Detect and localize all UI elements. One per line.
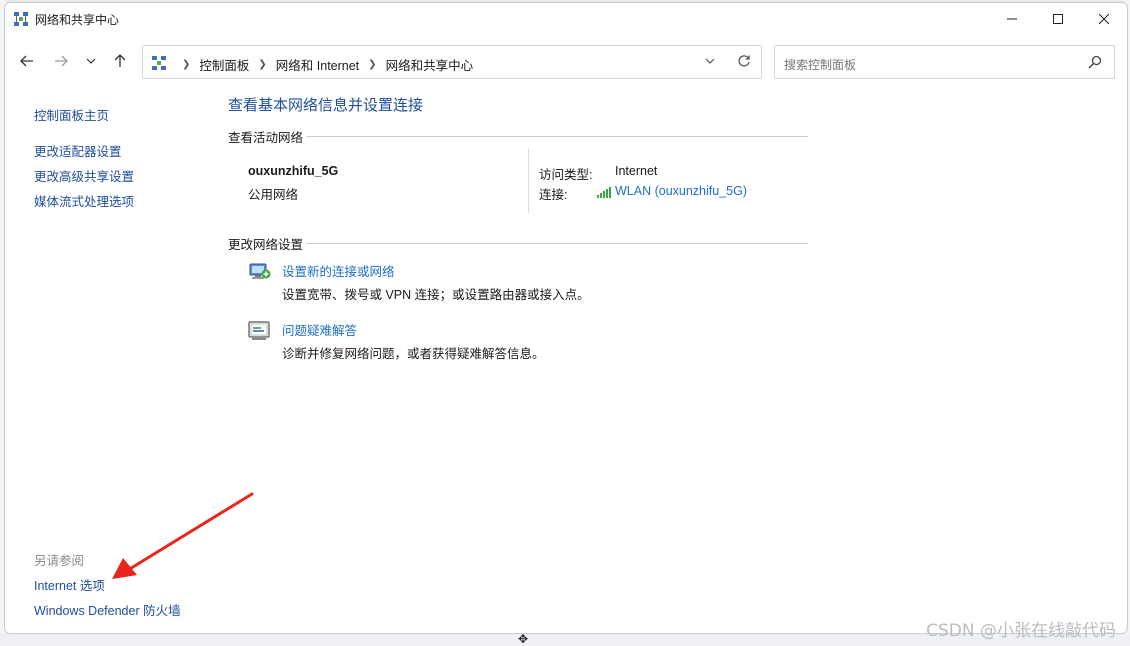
refresh-button[interactable] bbox=[737, 54, 751, 71]
breadcrumb-control-panel[interactable]: 控制面板 bbox=[199, 55, 249, 74]
up-button[interactable] bbox=[108, 49, 132, 73]
access-type-value: Internet bbox=[615, 164, 658, 178]
close-button[interactable] bbox=[1081, 3, 1127, 35]
divider bbox=[307, 243, 808, 244]
breadcrumb-separator-icon[interactable]: ❯ bbox=[258, 59, 266, 70]
breadcrumb-separator-icon[interactable]: ❯ bbox=[368, 59, 376, 70]
refresh-icon bbox=[738, 55, 750, 67]
control-panel-icon bbox=[151, 55, 167, 71]
breadcrumb: ❯ 控制面板 ❯ 网络和 Internet ❯ 网络和共享中心 bbox=[173, 55, 473, 74]
setup-new-connection-description: 设置宽带、拨号或 VPN 连接；或设置路由器或接入点。 bbox=[282, 288, 590, 302]
connection-link[interactable]: WLAN (ouxunzhifu_5G) bbox=[597, 184, 747, 198]
troubleshoot-link[interactable]: 问题疑难解答 bbox=[282, 320, 357, 339]
title-bar[interactable]: 网络和共享中心 bbox=[5, 3, 1127, 35]
see-also-heading: 另请参阅 bbox=[34, 554, 85, 568]
page-title: 查看基本网络信息并设置连接 bbox=[228, 97, 424, 114]
breadcrumb-separator-icon[interactable]: ❯ bbox=[182, 59, 190, 70]
arrow-right-icon bbox=[55, 55, 68, 67]
arrow-left-icon bbox=[20, 55, 33, 67]
address-bar[interactable]: ❯ 控制面板 ❯ 网络和 Internet ❯ 网络和共享中心 bbox=[142, 45, 762, 79]
change-settings-heading: 更改网络设置 bbox=[228, 238, 304, 252]
arrow-up-icon bbox=[114, 54, 126, 67]
divider bbox=[307, 136, 808, 137]
left-pane: 控制面板主页 更改适配器设置 更改高级共享设置 媒体流式处理选项 另请参阅 In… bbox=[5, 81, 205, 633]
breadcrumb-network-internet[interactable]: 网络和 Internet bbox=[276, 55, 359, 74]
watermark: CSDN @小张在线敲代码 bbox=[926, 621, 1116, 641]
sidebar-item-control-panel-home[interactable]: 控制面板主页 bbox=[34, 105, 109, 124]
see-also-internet-options[interactable]: Internet 选项 bbox=[34, 575, 105, 594]
close-icon bbox=[1099, 14, 1109, 24]
access-type-label: 访问类型: bbox=[539, 168, 593, 182]
chevron-down-icon bbox=[86, 58, 96, 64]
back-button[interactable] bbox=[15, 49, 39, 73]
move-handle-icon[interactable]: ✥ bbox=[518, 632, 528, 646]
connection-label: 连接: bbox=[539, 188, 568, 202]
sidebar-item-media-streaming[interactable]: 媒体流式处理选项 bbox=[34, 191, 134, 210]
network-name: ouxunzhifu_5G bbox=[248, 164, 339, 178]
minimize-icon bbox=[1007, 18, 1017, 20]
recent-locations-button[interactable] bbox=[79, 49, 103, 73]
maximize-button[interactable] bbox=[1035, 3, 1081, 35]
window-title: 网络和共享中心 bbox=[35, 13, 120, 27]
new-connection-icon bbox=[247, 260, 271, 284]
connection-value[interactable]: WLAN (ouxunzhifu_5G) bbox=[615, 184, 747, 198]
active-networks-heading: 查看活动网络 bbox=[228, 131, 304, 145]
setup-new-connection-link[interactable]: 设置新的连接或网络 bbox=[282, 261, 395, 280]
chevron-down-icon bbox=[705, 58, 715, 64]
search-placeholder: 搜索控制面板 bbox=[784, 58, 857, 72]
troubleshoot-description: 诊断并修复网络问题，或者获得疑难解答信息。 bbox=[282, 347, 545, 361]
forward-button[interactable] bbox=[49, 49, 73, 73]
address-dropdown-button[interactable] bbox=[705, 56, 715, 67]
sidebar-item-advanced-sharing[interactable]: 更改高级共享设置 bbox=[34, 166, 134, 185]
divider bbox=[528, 149, 529, 213]
minimize-button[interactable] bbox=[989, 3, 1035, 35]
network-center-icon bbox=[13, 11, 29, 27]
navigation-bar: ❯ 控制面板 ❯ 网络和 Internet ❯ 网络和共享中心 搜索控制面板 bbox=[5, 43, 1127, 79]
search-input[interactable]: 搜索控制面板 bbox=[774, 45, 1115, 79]
maximize-icon bbox=[1053, 14, 1063, 24]
breadcrumb-network-center[interactable]: 网络和共享中心 bbox=[386, 55, 474, 74]
search-icon[interactable] bbox=[1088, 55, 1102, 69]
network-profile: 公用网络 bbox=[248, 188, 299, 202]
wifi-signal-icon bbox=[597, 187, 611, 198]
control-panel-window: 网络和共享中心 ❯ 控制面板 ❯ 网络和 Internet ❯ 网络和共享中心 … bbox=[4, 2, 1128, 634]
see-also-windows-defender-firewall[interactable]: Windows Defender 防火墙 bbox=[34, 600, 181, 619]
sidebar-item-adapter-settings[interactable]: 更改适配器设置 bbox=[34, 141, 122, 160]
troubleshoot-icon bbox=[247, 319, 271, 343]
